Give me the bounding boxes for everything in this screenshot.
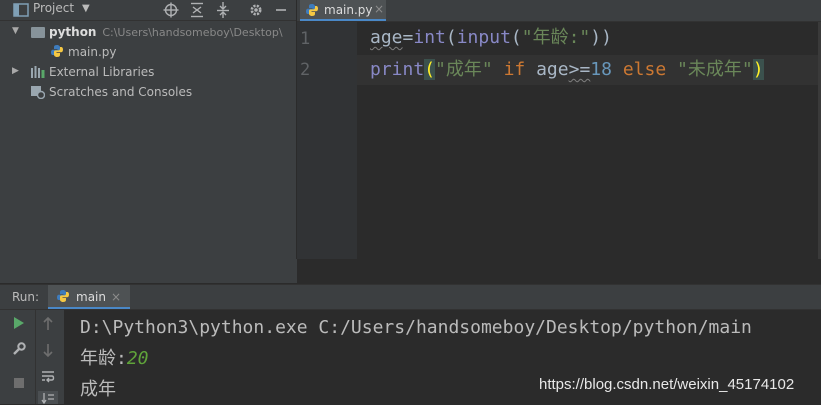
paren: ( [445,27,457,48]
rerun-play-icon[interactable] [12,316,26,330]
project-title[interactable]: Project [33,0,74,18]
matched-paren-close: ) [752,59,764,80]
expand-all-icon[interactable] [189,2,205,18]
collapsed-arrow-icon[interactable]: ▶ [12,61,19,81]
python-run-config-icon [57,290,69,302]
console-command-line: D:\Python3\python.exe C:/Users/handsomeb… [80,317,752,338]
run-tab-close-icon[interactable]: × [111,286,121,308]
line-number-2: 2 [300,60,311,80]
project-view-dropdown-icon[interactable]: ▼ [82,2,90,16]
paren: ( [510,27,522,48]
expand-arrow-icon[interactable]: ▼ [12,21,19,41]
number-literal: 18 [590,59,612,80]
line-number-1: 1 [300,29,311,49]
tree-item-external-libraries[interactable]: External Libraries [49,62,154,82]
run-tab-label: main [76,290,106,304]
project-root-path: C:\Users\handsomeboy\Desktop\ [102,26,283,39]
tab-main-py-label: main.py [324,3,373,17]
project-root-name: python [49,25,97,39]
collapse-all-icon[interactable] [215,2,231,18]
var-age: age [370,27,403,48]
var-age: age [536,59,569,80]
builtin-input: input [456,27,511,48]
string-literal: "成年" [435,59,493,80]
keyword-else: else [622,59,667,80]
paren: )) [590,27,612,48]
scroll-down-icon[interactable] [41,343,55,357]
locate-file-icon[interactable] [163,2,179,18]
assign-op: = [402,27,414,48]
keyword-if: if [503,59,526,80]
console-prompt: 年龄: [80,348,127,369]
console-result-line: 成年 [80,379,116,400]
scroll-to-end-icon [41,393,54,404]
string-literal: "年龄:" [521,27,591,48]
python-file-icon [306,4,318,16]
tree-item-main-py[interactable]: main.py [68,42,117,62]
console-user-input: 20 [126,348,149,369]
tab-close-icon[interactable]: × [374,0,384,18]
code-line-1[interactable]: age=int(input("年龄:")) [370,23,612,53]
toolbar-divider [35,310,36,404]
scroll-up-icon[interactable] [41,317,55,331]
console-prompt-line: 年龄:20 [80,343,149,374]
tree-item-scratches[interactable]: Scratches and Consoles [49,82,192,102]
soft-wrap-icon[interactable] [41,369,55,383]
scratches-icon [31,86,45,99]
run-label: Run: [12,290,40,304]
matched-paren-open: ( [424,59,436,80]
string-literal: "未成年" [677,59,753,80]
editor-bottom-area [297,259,821,283]
wrench-settings-icon[interactable] [12,342,26,356]
project-panel [0,0,296,283]
external-libraries-icon [31,66,45,78]
watermark: https://blog.csdn.net/weixin_45174102 [539,376,795,393]
settings-gear-icon[interactable] [248,2,264,18]
builtin-int: int [413,27,446,48]
folder-icon [31,27,45,38]
compare-op: >= [568,59,591,80]
code-line-2[interactable]: print("成年" if age>=18 else "未成年") [370,55,764,85]
stop-icon[interactable] [12,376,26,390]
tree-item-python[interactable]: python C:\Users\handsomeboy\Desktop\ [49,22,283,42]
hide-panel-icon[interactable] [273,2,289,18]
project-window-icon [13,3,29,17]
builtin-print: print [370,59,425,80]
python-file-icon [51,45,63,57]
